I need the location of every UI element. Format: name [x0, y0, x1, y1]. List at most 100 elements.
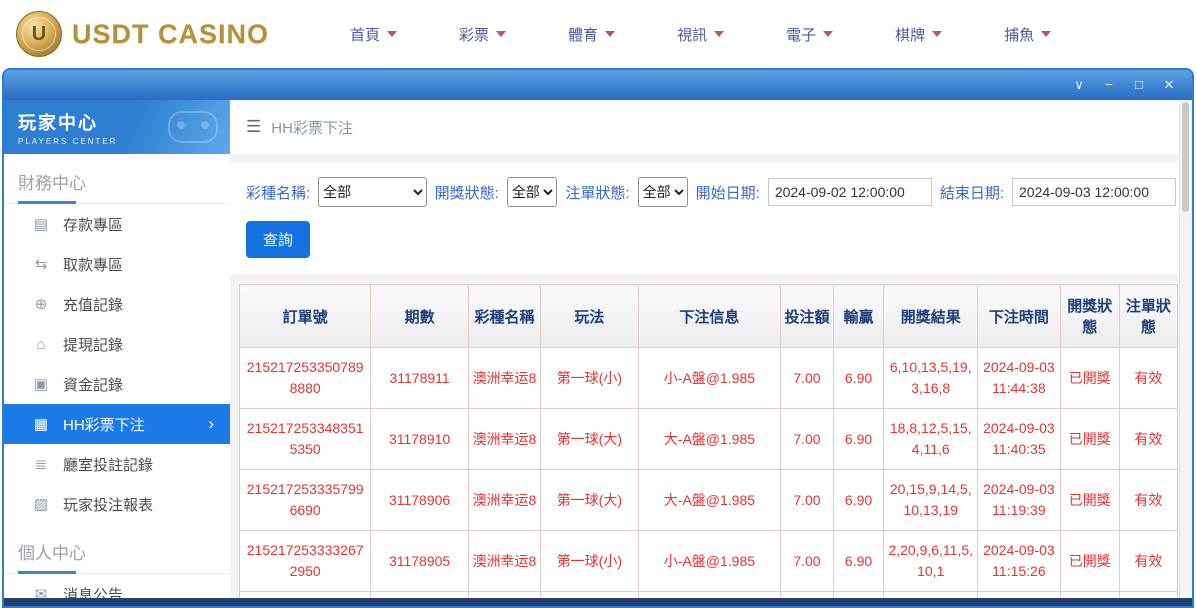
top-nav-item-4[interactable]: 電子	[755, 24, 864, 45]
top-nav-label: 體育	[568, 24, 598, 45]
vertical-scrollbar[interactable]	[1179, 100, 1192, 598]
table-cell: 2024-09-03 11:19:39	[978, 470, 1061, 531]
sidebar-header: 玩家中心 PLAYERS CENTER	[4, 100, 230, 154]
coin-letter: U	[32, 23, 46, 46]
table-cell: 有效	[1119, 470, 1177, 531]
draw-status-label: 開獎狀態:	[435, 182, 499, 203]
table-cell: 6.90	[833, 531, 884, 592]
table-cell: 第一球(小)	[541, 348, 639, 409]
table-cell: 澳洲幸运8	[468, 409, 540, 470]
room-bet-record-icon: ≣	[32, 455, 50, 473]
chevron-right-icon: ›	[208, 414, 214, 434]
top-nav-item-6[interactable]: 捕魚	[973, 24, 1082, 45]
table-header-cell: 期數	[371, 285, 469, 348]
sidebar-item-label: 充值記錄	[63, 294, 123, 315]
table-cell: 20,15,9,14,5,10,13,19	[884, 470, 978, 531]
table-cell: 大-A盤@1.985	[638, 470, 781, 531]
table-cell: 澳洲幸运8	[468, 531, 540, 592]
player-report-icon: ▨	[32, 495, 50, 513]
sidebar-item-label: 存款專區	[63, 214, 123, 235]
sidebar-item-label: 取款專區	[63, 254, 123, 275]
table-cell: 2,20,9,6,11,5,10,1	[884, 531, 978, 592]
recharge-record-icon: ⊕	[32, 295, 50, 313]
sidebar-item-cashout-record[interactable]: ⌂提現記錄	[4, 324, 230, 364]
sidebar-item-withdraw-area[interactable]: ⇆ 取款專區	[4, 244, 230, 284]
cashout-record-icon: ⌂	[32, 336, 50, 353]
top-nav-item-0[interactable]: 首頁	[319, 24, 428, 45]
top-nav-item-5[interactable]: 棋牌	[864, 24, 973, 45]
top-nav-label: 電子	[786, 24, 816, 45]
sidebar-section-finance: 財務中心	[4, 154, 230, 204]
table-cell: 31178911	[371, 348, 469, 409]
order-status-select[interactable]: 全部	[638, 177, 688, 207]
table-header-cell: 訂單號	[240, 285, 371, 348]
table-header-cell: 注單狀態	[1119, 285, 1177, 348]
gamepad-icon	[168, 111, 218, 143]
sidebar-item-deposit-area[interactable]: ▤ 存款專區	[4, 204, 230, 244]
table-cell: 18,8,12,5,15,4,11,6	[884, 409, 978, 470]
window-maximize-button[interactable]: □	[1124, 70, 1154, 100]
top-nav-label: 彩票	[459, 24, 489, 45]
sidebar-item-recharge-record[interactable]: ⊕ 充值記錄	[4, 284, 230, 324]
table-cell: 2024-09-03 11:15:26	[978, 531, 1061, 592]
query-button[interactable]: 查詢	[246, 221, 310, 258]
scrollbar-thumb[interactable]	[1182, 102, 1189, 212]
table-header-cell: 輸贏	[833, 285, 884, 348]
top-nav-item-2[interactable]: 體育	[537, 24, 646, 45]
sidebar-item-label: 玩家投注報表	[63, 494, 153, 515]
sidebar: 玩家中心 PLAYERS CENTER 財務中心 ▤ 存款專區 ⇆ 取款專區 ⊕ 充值記錄…	[4, 100, 230, 606]
page-title: HH彩票下注	[271, 117, 353, 138]
sidebar-item-label: 資金記錄	[63, 374, 123, 395]
deposit-icon: ▤	[32, 215, 50, 233]
top-nav-item-3[interactable]: 視訊	[646, 24, 755, 45]
table-row: 215217253333267295031178905澳洲幸运8第一球(小)小-…	[240, 531, 1178, 592]
table-cell: 有效	[1119, 531, 1177, 592]
chevron-down-icon	[605, 31, 615, 37]
table-cell: 有效	[1119, 409, 1177, 470]
withdraw-icon: ⇆	[32, 255, 50, 273]
start-date-input[interactable]	[768, 178, 932, 206]
table-header-row: 訂單號期數彩種名稱玩法下注信息投注額輸贏開獎結果下注時間開獎狀態注單狀態	[240, 285, 1178, 348]
table-cell: 2024-09-03 11:40:35	[978, 409, 1061, 470]
window-minimize-button[interactable]: −	[1094, 70, 1124, 100]
filter-row: 彩種名稱: 全部 開獎狀態: 全部 注單狀態: 全部 開始日期: 結束日期:	[246, 177, 1176, 207]
end-date-input[interactable]	[1012, 178, 1176, 206]
sidebar-item-player-bet-report[interactable]: ▨ 玩家投注報表	[4, 484, 230, 524]
table-cell: 6.90	[833, 348, 884, 409]
table-header-cell: 玩法	[541, 285, 639, 348]
table-cell: 第一球(小)	[541, 531, 639, 592]
lottery-name-select[interactable]: 全部	[318, 177, 426, 207]
brand: U USDT CASINO	[16, 11, 269, 57]
table-cell: 2152172533357996690	[240, 470, 371, 531]
table-cell: 31178905	[371, 531, 469, 592]
sidebar-item-funds-record[interactable]: ▣資金記錄	[4, 364, 230, 404]
table-cell: 31178910	[371, 409, 469, 470]
table-header-cell: 開獎結果	[884, 285, 978, 348]
window-collapse-button[interactable]: ∨	[1064, 70, 1094, 100]
top-nav-label: 視訊	[677, 24, 707, 45]
footer-strip	[4, 598, 1192, 606]
table-cell: 小-A盤@1.985	[638, 531, 781, 592]
table-header-cell: 彩種名稱	[468, 285, 540, 348]
bets-table-section: 訂單號期數彩種名稱玩法下注信息投注額輸贏開獎結果下注時間開獎狀態注單狀態 215…	[239, 284, 1178, 606]
brand-coin-icon: U	[16, 11, 62, 57]
bets-table: 訂單號期數彩種名稱玩法下注信息投注額輸贏開獎結果下注時間開獎狀態注單狀態 215…	[239, 284, 1178, 606]
table-cell: 7.00	[781, 470, 834, 531]
sidebar-item-label: HH彩票下注	[63, 414, 145, 435]
chevron-down-icon	[1041, 31, 1051, 37]
table-cell: 7.00	[781, 348, 834, 409]
sidebar-item-label: 廳室投註記錄	[63, 454, 153, 475]
chevron-down-icon	[387, 31, 397, 37]
sidebar-item-hh-lottery-bet[interactable]: ▦HH彩票下注›	[4, 404, 230, 444]
table-cell: 2152172533483515350	[240, 409, 371, 470]
menu-toggle-icon[interactable]: ☰	[246, 117, 261, 137]
table-cell: 2024-09-03 11:44:38	[978, 348, 1061, 409]
window-close-button[interactable]: ✕	[1154, 70, 1184, 100]
draw-status-select[interactable]: 全部	[507, 177, 558, 207]
table-cell: 小-A盤@1.985	[638, 348, 781, 409]
top-nav-item-1[interactable]: 彩票	[428, 24, 537, 45]
main-content: ☰ HH彩票下注 彩種名稱: 全部 開獎狀態: 全部 注單狀態: 全部	[230, 100, 1192, 606]
table-cell: 6,10,13,5,19,3,16,8	[884, 348, 978, 409]
sidebar-item-room-bet-record[interactable]: ≣ 廳室投註記錄	[4, 444, 230, 484]
sidebar-menu-finance: ▤存款專區⇆取款專區⊕充值記錄⌂提現記錄▣資金記錄▦HH彩票下注›≣廳室投註記錄…	[4, 204, 230, 524]
